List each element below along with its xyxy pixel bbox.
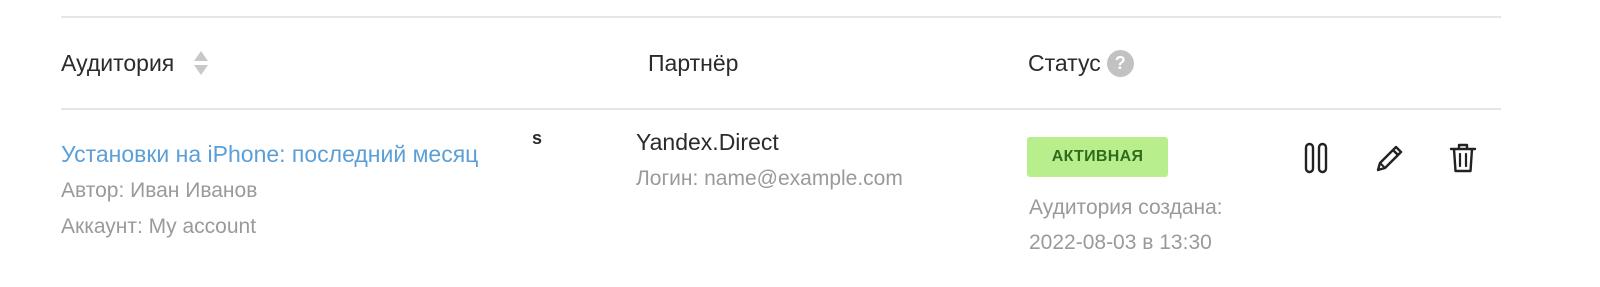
column-header-audience[interactable]: Аудитория	[61, 47, 210, 79]
audience-author: Автор: Иван Иванов	[61, 179, 258, 202]
partner-name: Yandex.Direct	[636, 129, 779, 155]
partner-login: Логин: name@example.com	[636, 167, 903, 190]
column-header-partner-label: Партнёр	[648, 50, 739, 76]
top-divider	[61, 16, 1501, 18]
edit-button[interactable]	[1372, 140, 1408, 176]
column-header-status-label: Статус	[1028, 50, 1101, 76]
pause-button[interactable]	[1298, 140, 1334, 176]
column-header-partner: Партнёр	[648, 47, 738, 79]
audience-account: Аккаунт: My account	[61, 215, 257, 238]
pencil-icon	[1376, 145, 1403, 172]
delete-button[interactable]	[1445, 140, 1481, 176]
audience-badge: s	[532, 128, 543, 148]
created-date: 2022-08-03 в 13:30	[1029, 231, 1212, 254]
audience-name-link[interactable]: Установки на iPhone: последний месяц	[61, 138, 478, 170]
column-header-status: Статус ?	[1028, 47, 1134, 79]
pause-icon	[1304, 142, 1328, 174]
help-icon[interactable]: ?	[1106, 49, 1134, 77]
trash-icon	[1449, 143, 1477, 173]
column-header-audience-label: Аудитория	[61, 50, 175, 76]
status-badge: АКТИВНАЯ	[1027, 137, 1168, 177]
created-label: Аудитория создана:	[1029, 196, 1223, 219]
audience-table: Аудитория Партнёр Статус ? Установки на …	[0, 0, 1600, 287]
sort-icon[interactable]	[192, 49, 210, 77]
